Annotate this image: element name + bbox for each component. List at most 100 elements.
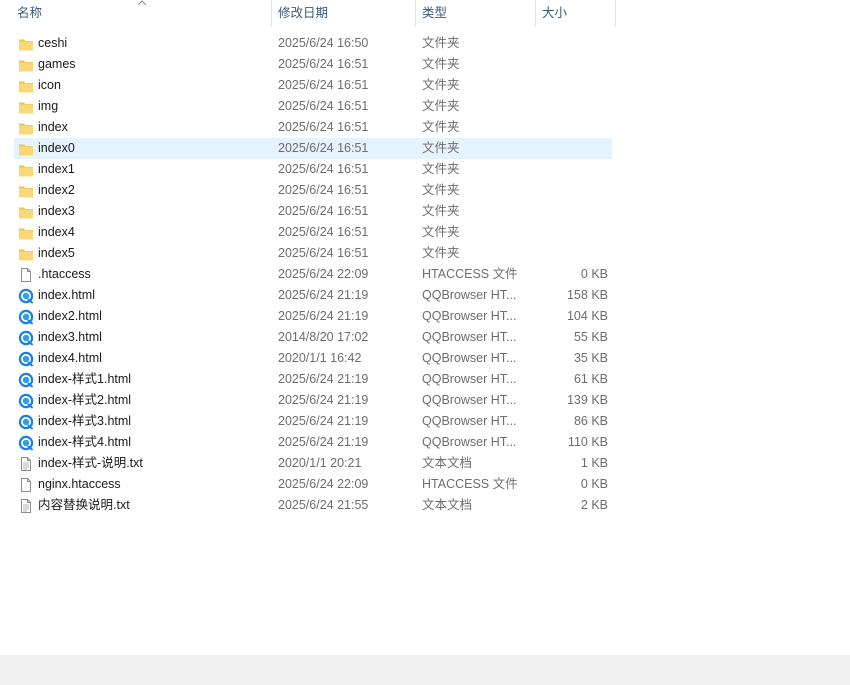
file-date: 2025/6/24 21:19 (278, 288, 369, 302)
file-date: 2025/6/24 22:09 (278, 477, 369, 491)
file-name: 内容替换说明.txt (38, 498, 130, 512)
file-row[interactable]: index-样式4.html 2025/6/24 21:19 QQBrowser H… (0, 432, 620, 453)
file-date: 2025/6/24 21:19 (278, 393, 369, 407)
column-divider[interactable] (535, 0, 536, 27)
file-type: 文件夹 (422, 99, 460, 113)
column-header-size[interactable]: 大小 (542, 0, 612, 27)
file-date: 2025/6/24 16:51 (278, 225, 369, 239)
file-row[interactable]: index-样式3.html 2025/6/24 21:19 QQBrowser H… (0, 411, 620, 432)
file-type: 文件夹 (422, 162, 460, 176)
file-size: 86 KB (573, 414, 608, 428)
file-row[interactable]: index 2025/6/24 16:51 文件夹 (0, 117, 620, 138)
column-header-date[interactable]: 修改日期 (278, 0, 408, 27)
file-row[interactable]: 内容替换说明.txt 2025/6/24 21:55 文本文档 2 KB (0, 495, 620, 516)
file-type: 文件夹 (422, 246, 460, 260)
folder-icon (18, 120, 34, 136)
file-date: 2025/6/24 21:19 (278, 414, 369, 428)
file-type: 文本文档 (422, 498, 473, 512)
file-row[interactable]: index-样式-说明.txt 2020/1/1 20:21 文本文档 1 KB (0, 453, 620, 474)
file-row[interactable]: index0 2025/6/24 16:51 文件夹 (0, 138, 620, 159)
folder-icon (18, 204, 34, 220)
file-row[interactable]: index3.html 2014/8/20 17:02 QQBrowser HT..… (0, 327, 620, 348)
qqbrowser-html-icon (18, 393, 34, 409)
file-name: index-样式-说明.txt (38, 456, 143, 470)
file-type: HTACCESS 文件 (422, 267, 518, 281)
file-type: QQBrowser HT... (422, 330, 517, 344)
file-name: index3 (38, 204, 75, 218)
column-divider[interactable] (271, 0, 272, 27)
file-row[interactable]: .htaccess 2025/6/24 22:09 HTACCESS 文件 0 KB (0, 264, 620, 285)
file-row[interactable]: index-样式2.html 2025/6/24 21:19 QQBrowser H… (0, 390, 620, 411)
column-header-type[interactable]: 类型 (422, 0, 530, 27)
blank-file-icon (18, 267, 34, 283)
file-row[interactable]: index4.html 2020/1/1 16:42 QQBrowser HT...… (0, 348, 620, 369)
column-divider[interactable] (615, 0, 616, 27)
file-date: 2025/6/24 22:09 (278, 267, 369, 281)
blank-file-icon (18, 477, 34, 493)
file-row[interactable]: index.html 2025/6/24 21:19 QQBrowser HT...… (0, 285, 620, 306)
folder-icon (18, 36, 34, 52)
file-date: 2025/6/24 21:19 (278, 435, 369, 449)
file-name: index5 (38, 246, 75, 260)
file-row[interactable]: nginx.htaccess 2025/6/24 22:09 HTACCESS 文件… (0, 474, 620, 495)
file-row[interactable]: index1 2025/6/24 16:51 文件夹 (0, 159, 620, 180)
file-row[interactable]: index4 2025/6/24 16:51 文件夹 (0, 222, 620, 243)
file-date: 2025/6/24 16:51 (278, 183, 369, 197)
file-type: QQBrowser HT... (422, 414, 517, 428)
file-type: QQBrowser HT... (422, 393, 517, 407)
file-name: .htaccess (38, 267, 91, 281)
folder-icon (18, 246, 34, 262)
folder-icon (18, 183, 34, 199)
file-name: index0 (38, 141, 75, 155)
column-divider[interactable] (415, 0, 416, 27)
file-name: index.html (38, 288, 95, 302)
file-size: 0 KB (580, 267, 608, 281)
qqbrowser-html-icon (18, 288, 34, 304)
text-file-icon (18, 498, 34, 514)
file-row[interactable]: index3 2025/6/24 16:51 文件夹 (0, 201, 620, 222)
file-date: 2025/6/24 16:50 (278, 36, 369, 50)
file-row[interactable]: img 2025/6/24 16:51 文件夹 (0, 96, 620, 117)
qqbrowser-html-icon (18, 330, 34, 346)
file-size: 55 KB (573, 330, 608, 344)
file-size: 2 KB (580, 498, 608, 512)
file-date: 2025/6/24 16:51 (278, 246, 369, 260)
file-row[interactable]: ceshi 2025/6/24 16:50 文件夹 (0, 33, 620, 54)
file-type: QQBrowser HT... (422, 372, 517, 386)
file-name: index-样式2.html (38, 393, 132, 407)
qqbrowser-html-icon (18, 435, 34, 451)
folder-icon (18, 162, 34, 178)
file-size: 110 KB (567, 435, 608, 449)
folder-icon (18, 141, 34, 157)
file-date: 2025/6/24 16:51 (278, 120, 369, 134)
file-name: index2.html (38, 309, 102, 323)
column-header-type-label: 类型 (422, 6, 448, 20)
file-name: index-样式1.html (38, 372, 132, 386)
file-type: 文件夹 (422, 141, 460, 155)
file-row[interactable]: index-样式1.html 2025/6/24 21:19 QQBrowser H… (0, 369, 620, 390)
column-header-size-label: 大小 (542, 6, 568, 20)
file-row[interactable]: icon 2025/6/24 16:51 文件夹 (0, 75, 620, 96)
file-list: ceshi 2025/6/24 16:50 文件夹 games 2025/6/24 16… (0, 33, 620, 516)
file-size: 139 KB (566, 393, 608, 407)
file-type: 文件夹 (422, 36, 460, 50)
file-row[interactable]: games 2025/6/24 16:51 文件夹 (0, 54, 620, 75)
file-name: index2 (38, 183, 75, 197)
file-date: 2025/6/24 16:51 (278, 78, 369, 92)
file-type: 文件夹 (422, 183, 460, 197)
file-type: HTACCESS 文件 (422, 477, 518, 491)
file-date: 2025/6/24 21:19 (278, 372, 369, 386)
file-date: 2025/6/24 16:51 (278, 162, 369, 176)
file-type: 文本文档 (422, 456, 473, 470)
file-type: QQBrowser HT... (422, 351, 517, 365)
folder-icon (18, 57, 34, 73)
file-name: index4 (38, 225, 75, 239)
file-row[interactable]: index2 2025/6/24 16:51 文件夹 (0, 180, 620, 201)
file-name: index3.html (38, 330, 102, 344)
file-row[interactable]: index5 2025/6/24 16:51 文件夹 (0, 243, 620, 264)
qqbrowser-html-icon (18, 414, 34, 430)
file-name: nginx.htaccess (38, 477, 121, 491)
file-type: QQBrowser HT... (422, 309, 517, 323)
file-row[interactable]: index2.html 2025/6/24 21:19 QQBrowser HT..… (0, 306, 620, 327)
file-size: 0 KB (580, 477, 608, 491)
